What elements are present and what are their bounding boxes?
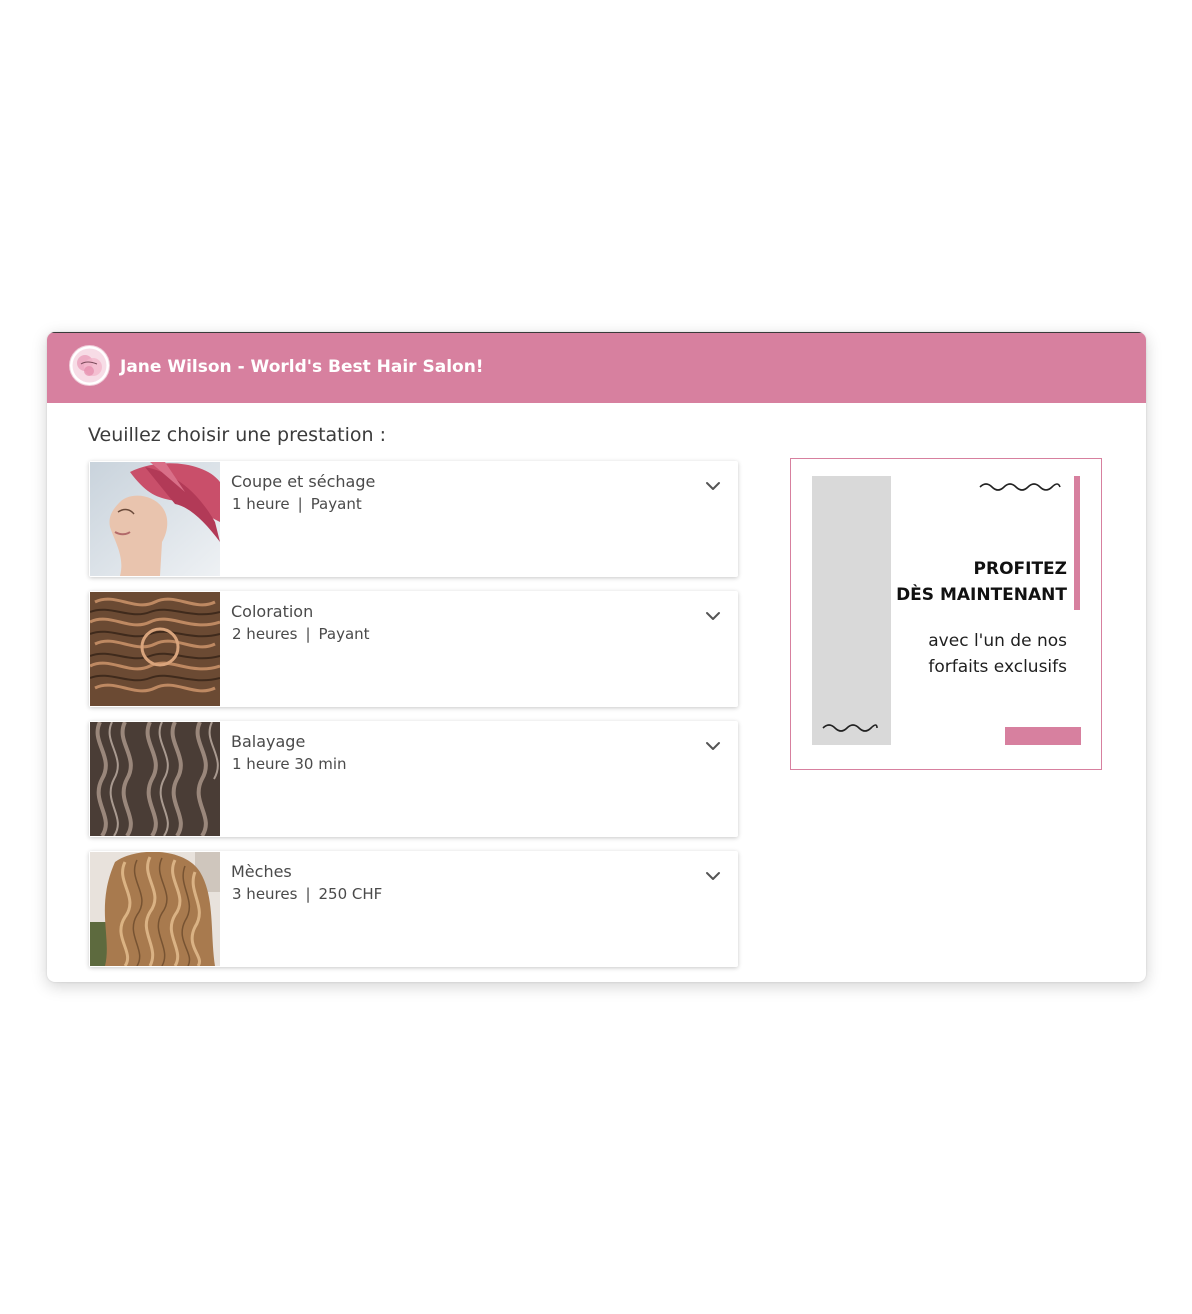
promo-subtext-line2: forfaits exclusifs [928, 657, 1067, 677]
service-name: Coupe et séchage [231, 472, 376, 491]
app-header: Jane Wilson - World's Best Hair Salon! [47, 332, 1146, 403]
service-duration: 3 heures [232, 885, 298, 903]
promo-headline: PROFITEZ DÈS MAINTENANT [896, 556, 1067, 608]
promo-cta-button[interactable] [1005, 727, 1081, 745]
service-meta: 1 heure 30 min [232, 755, 347, 773]
service-duration: 1 heure [232, 495, 290, 513]
service-meta: 2 heures | Payant [232, 625, 370, 643]
promo-accent-bar [1074, 476, 1080, 610]
service-price: Payant [318, 625, 370, 643]
service-price: 250 CHF [318, 885, 383, 903]
service-price: Payant [310, 495, 362, 513]
booking-window: Jane Wilson - World's Best Hair Salon! V… [47, 332, 1146, 982]
service-card-meches[interactable]: Mèches 3 heures | 250 CHF [89, 851, 738, 967]
salon-title: Jane Wilson - World's Best Hair Salon! [120, 357, 484, 377]
chevron-down-icon[interactable] [704, 868, 722, 882]
service-image-meches [90, 852, 220, 966]
service-image-coupe [90, 462, 220, 576]
salon-logo[interactable] [70, 346, 109, 385]
chevron-down-icon[interactable] [704, 738, 722, 752]
service-meta: 1 heure | Payant [232, 495, 362, 513]
service-name: Balayage [231, 732, 306, 751]
wave-decoration-icon [979, 483, 1061, 491]
service-prompt: Veuillez choisir une prestation : [88, 424, 386, 446]
promo-image-placeholder [812, 476, 891, 745]
chevron-down-icon[interactable] [704, 608, 722, 622]
service-card-coupe[interactable]: Coupe et séchage 1 heure | Payant [89, 461, 738, 577]
promo-headline-line1: PROFITEZ [973, 559, 1067, 579]
promo-banner[interactable]: PROFITEZ DÈS MAINTENANT avec l'un de nos… [790, 458, 1102, 770]
meta-separator: | [305, 885, 311, 903]
chevron-down-icon[interactable] [704, 478, 722, 492]
service-name: Coloration [231, 602, 314, 621]
meta-separator: | [305, 625, 311, 643]
service-card-coloration[interactable]: Coloration 2 heures | Payant [89, 591, 738, 707]
service-meta: 3 heures | 250 CHF [232, 885, 382, 903]
promo-subtext: avec l'un de nos forfaits exclusifs [928, 628, 1067, 680]
promo-subtext-line1: avec l'un de nos [928, 631, 1067, 651]
promo-headline-line2: DÈS MAINTENANT [896, 585, 1067, 605]
wave-decoration-icon [822, 724, 878, 732]
service-image-balayage [90, 722, 220, 836]
service-duration: 1 heure 30 min [232, 755, 347, 773]
service-image-coloration [90, 592, 220, 706]
service-card-balayage[interactable]: Balayage 1 heure 30 min [89, 721, 738, 837]
service-duration: 2 heures [232, 625, 298, 643]
meta-separator: | [297, 495, 303, 513]
service-name: Mèches [231, 862, 292, 881]
